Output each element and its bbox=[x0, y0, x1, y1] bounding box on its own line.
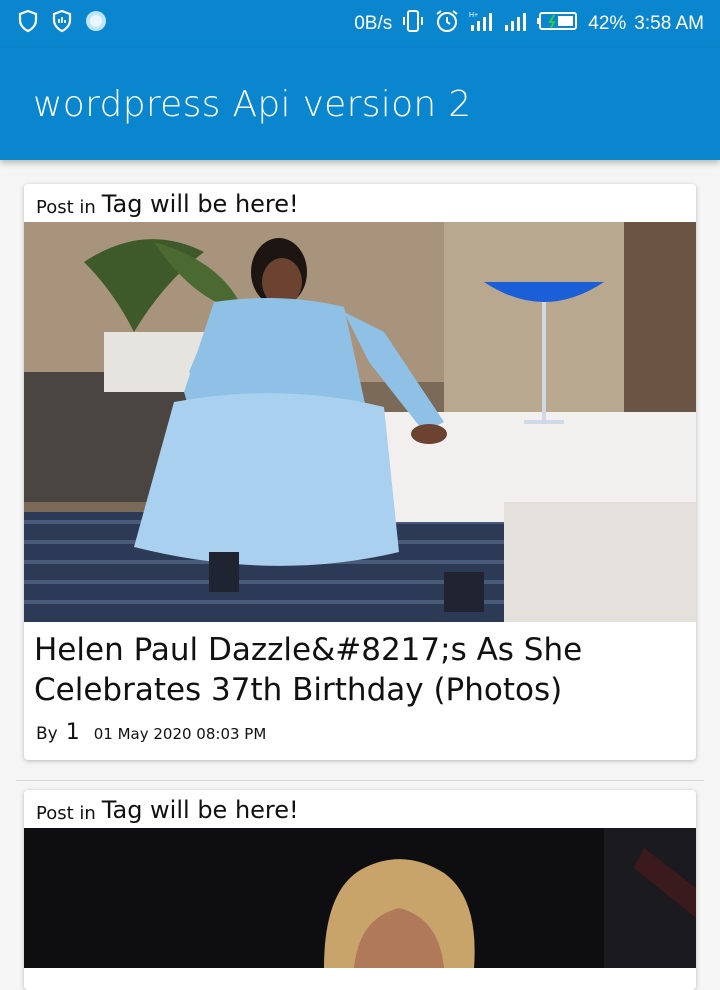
shield-icon bbox=[16, 9, 40, 39]
signal-icon bbox=[502, 9, 528, 39]
post-meta: By 1 01 May 2020 08:03 PM bbox=[36, 720, 696, 745]
status-bar-right: 0B/s H+ 42% 3:58 AM bbox=[354, 8, 704, 40]
post-in-label: Post in bbox=[36, 803, 96, 824]
post-tag-line: Post in Tag will be here! bbox=[24, 184, 696, 222]
battery-percent: 42% bbox=[588, 13, 627, 34]
alarm-icon bbox=[434, 8, 460, 40]
by-label: By bbox=[36, 724, 58, 744]
post-in-label: Post in bbox=[36, 197, 96, 218]
svg-text:H+: H+ bbox=[469, 12, 478, 19]
battery-icon bbox=[536, 10, 580, 38]
signal-h-plus-icon: H+ bbox=[468, 9, 494, 39]
post-featured-image[interactable] bbox=[24, 222, 696, 622]
post-author: 1 bbox=[65, 720, 80, 745]
vibrate-icon bbox=[400, 9, 426, 39]
post-title[interactable]: Helen Paul Dazzle&#8217;s As She Celebra… bbox=[34, 630, 686, 710]
post-tag: Tag will be here! bbox=[101, 796, 299, 824]
post-card[interactable]: Post in Tag will be here! bbox=[24, 184, 696, 760]
shield-data-icon bbox=[50, 9, 74, 39]
post-card[interactable]: Post in Tag will be here! bbox=[24, 790, 696, 990]
app-bar: wordpress Api version 2 bbox=[0, 48, 720, 160]
divider bbox=[16, 780, 704, 781]
status-bar-left bbox=[16, 9, 108, 39]
post-date: 01 May 2020 08:03 PM bbox=[93, 725, 267, 743]
post-tag-line: Post in Tag will be here! bbox=[24, 790, 696, 828]
post-featured-image[interactable] bbox=[24, 828, 696, 968]
network-speed: 0B/s bbox=[354, 13, 393, 34]
app-title: wordpress Api version 2 bbox=[33, 83, 472, 125]
clock: 3:58 AM bbox=[634, 13, 704, 34]
status-bar: 0B/s H+ 42% 3:58 AM bbox=[0, 0, 720, 48]
circle-app-icon bbox=[84, 9, 108, 39]
post-tag: Tag will be here! bbox=[101, 190, 299, 218]
